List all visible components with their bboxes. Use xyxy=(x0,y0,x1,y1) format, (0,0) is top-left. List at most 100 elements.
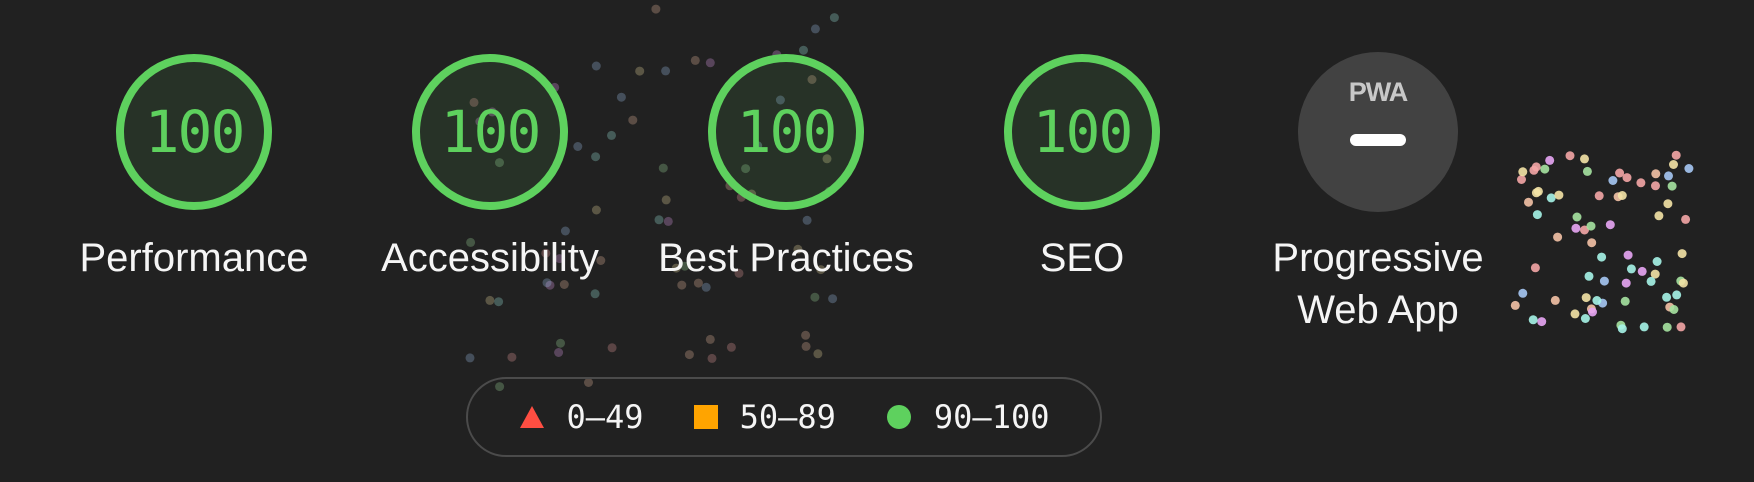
confetti-dot xyxy=(590,289,600,299)
confetti-dot xyxy=(1598,298,1608,308)
average-square-icon xyxy=(693,405,718,429)
confetti-dot xyxy=(607,343,617,353)
confetti-dot xyxy=(1636,178,1646,188)
confetti-dot xyxy=(1572,212,1582,222)
confetti-dot xyxy=(1615,168,1625,178)
legend-range: 50–89 xyxy=(739,398,836,436)
confetti-dot xyxy=(1678,278,1688,288)
confetti-dot xyxy=(1663,199,1673,209)
pwa-logo-icon: PWA xyxy=(1238,77,1518,109)
gauge-performance[interactable]: 100 Performance xyxy=(54,52,334,284)
legend-item-fail: 0–49 xyxy=(519,398,644,436)
confetti-dot xyxy=(1531,188,1541,198)
confetti-dot xyxy=(813,349,823,359)
confetti-dot xyxy=(1676,322,1686,332)
gauge-seo[interactable]: 100 SEO xyxy=(942,52,1222,284)
confetti-dot xyxy=(1584,271,1594,281)
confetti-dot xyxy=(1617,324,1627,334)
confetti-dot xyxy=(1588,307,1597,317)
confetti-dot xyxy=(1554,190,1564,200)
confetti-dot xyxy=(829,13,839,23)
confetti-dot xyxy=(1529,165,1539,175)
confetti-dot xyxy=(701,282,711,292)
confetti-dot xyxy=(1667,181,1677,191)
confetti-dot xyxy=(1533,186,1543,196)
confetti-dot xyxy=(1662,292,1672,302)
confetti-dot xyxy=(1528,315,1538,325)
confetti-dot xyxy=(1540,164,1550,174)
confetti-dot xyxy=(1646,276,1656,286)
dash-icon xyxy=(1350,134,1406,146)
confetti-dot xyxy=(707,353,717,363)
gauge-accessibility[interactable]: 100 Accessibility xyxy=(350,52,630,284)
confetti-dot xyxy=(556,338,565,348)
gauge-score: 100 xyxy=(440,98,542,166)
fail-triangle-icon xyxy=(519,406,544,428)
confetti-dot xyxy=(1664,171,1673,181)
confetti-dot xyxy=(1530,263,1540,273)
confetti-dot xyxy=(1669,160,1678,169)
confetti-dot xyxy=(1662,322,1672,332)
gauge-label: Performance xyxy=(79,236,309,280)
confetti-dot xyxy=(1597,252,1607,262)
legend-range: 0–49 xyxy=(566,398,644,436)
confetti-dot xyxy=(1623,250,1633,260)
confetti-dot xyxy=(810,24,820,34)
confetti-dot xyxy=(465,353,475,363)
score-legend: 0–49 50–89 90–100 xyxy=(466,377,1102,457)
confetti-dot xyxy=(1637,266,1647,276)
confetti-dot xyxy=(485,295,495,305)
confetti-dot xyxy=(810,292,820,302)
confetti-dot xyxy=(1616,320,1626,330)
confetti-dot xyxy=(1582,166,1592,176)
confetti-dot xyxy=(1537,317,1547,327)
gauge-pwa[interactable]: PWA Progressive Web App xyxy=(1238,52,1518,336)
confetti-dot xyxy=(635,66,645,76)
confetti-dot xyxy=(1531,162,1541,172)
confetti-dot xyxy=(1608,176,1618,185)
legend-range: 90–100 xyxy=(933,398,1050,436)
confetti-dot xyxy=(1580,314,1590,323)
confetti-dot xyxy=(1676,276,1686,286)
confetti-dot xyxy=(1681,214,1691,224)
confetti-dot xyxy=(1613,192,1623,202)
gauge-label: Progressive Web App xyxy=(1258,232,1498,336)
confetti-dot xyxy=(684,350,694,360)
confetti-dot xyxy=(1518,288,1528,298)
confetti-dot xyxy=(1605,220,1615,230)
legend-item-pass: 90–100 xyxy=(886,398,1050,436)
confetti-dot xyxy=(1651,169,1661,179)
confetti-dot xyxy=(1565,151,1575,161)
confetti-dot xyxy=(1553,232,1563,242)
gauge-score: 100 xyxy=(736,98,838,166)
confetti-dot xyxy=(1570,309,1580,319)
gauge-label: Best Practices xyxy=(658,236,914,280)
confetti-dot xyxy=(1620,296,1630,306)
confetti-dot xyxy=(1626,264,1636,274)
confetti-dot xyxy=(1599,276,1609,286)
gauge-score: 100 xyxy=(144,98,246,166)
confetti-dot xyxy=(1621,278,1631,288)
gauge-label-line: Web App xyxy=(1297,288,1459,332)
confetti-dot xyxy=(1654,211,1664,221)
confetti-dot xyxy=(1650,269,1660,279)
confetti-dot xyxy=(801,341,811,351)
confetti-dot xyxy=(1639,322,1649,332)
svg-text:PWA: PWA xyxy=(1349,78,1408,104)
confetti-dot xyxy=(1669,305,1679,314)
confetti-dot xyxy=(554,348,564,357)
confetti-dot xyxy=(1571,223,1581,233)
confetti-dot xyxy=(726,342,736,352)
confetti-dot xyxy=(705,334,715,344)
pwa-circle-icon xyxy=(1298,52,1458,212)
confetti-dot xyxy=(1587,238,1597,248)
confetti-dot xyxy=(494,297,504,307)
gauge-score: 100 xyxy=(1032,98,1134,166)
confetti-dot xyxy=(1586,304,1596,314)
confetti-dot xyxy=(1684,164,1694,173)
confetti-dot xyxy=(651,4,661,14)
gauge-label-line: Progressive xyxy=(1272,236,1484,280)
confetti-dot xyxy=(1617,191,1627,200)
gauge-best-practices[interactable]: 100 Best Practices xyxy=(646,52,926,284)
confetti-dot xyxy=(1677,249,1687,259)
